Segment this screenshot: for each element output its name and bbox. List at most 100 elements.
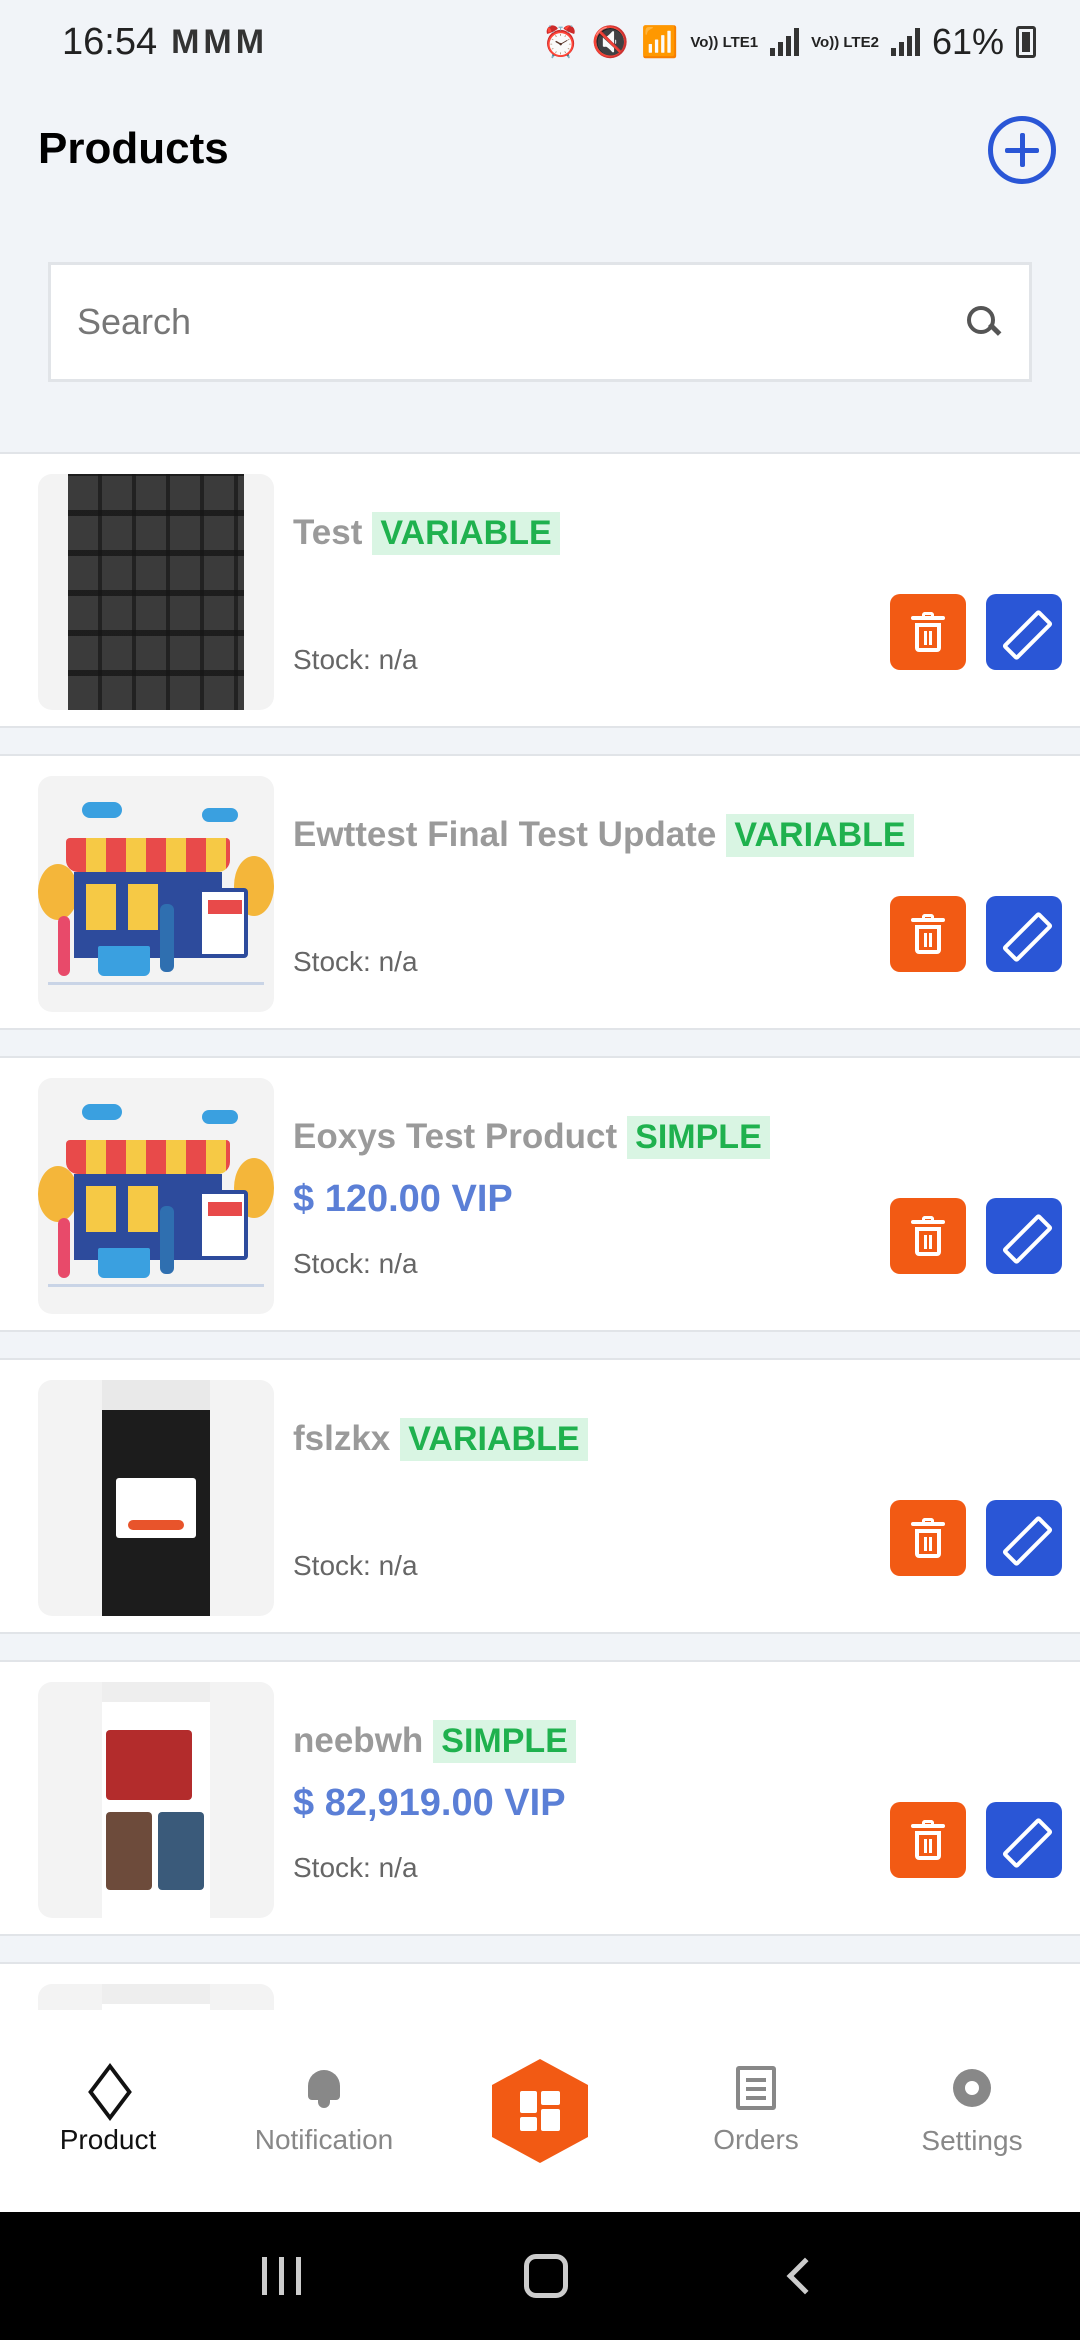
- search-input[interactable]: [77, 301, 963, 343]
- product-image: [38, 776, 274, 1012]
- product-info: fslzkx VARIABLE Stock: n/a: [293, 1416, 933, 1581]
- phone-screenshot-grid: [102, 1984, 210, 2010]
- status-right: ⏰ 🔇 📶 Vo)) LTE1 Vo)) LTE2 61%: [542, 21, 1036, 63]
- lte1-label: Vo)) LTE1: [690, 33, 759, 51]
- lte2-label: Vo)) LTE2: [811, 33, 879, 51]
- edit-button[interactable]: [986, 594, 1062, 670]
- product-type-badge: VARIABLE: [372, 511, 560, 555]
- trash-icon: [911, 1518, 945, 1558]
- product-info: neebwh SIMPLE $ 82,919.00 VIP Stock: n/a: [293, 1718, 933, 1883]
- edit-button[interactable]: [986, 1802, 1062, 1878]
- system-navigation-bar: [0, 2212, 1080, 2340]
- bell-icon: [304, 2066, 344, 2110]
- gear-icon: [949, 2065, 995, 2111]
- product-stock: Stock: n/a: [293, 644, 418, 675]
- dashboard-button[interactable]: [492, 2059, 588, 2163]
- pencil-icon: [1003, 1215, 1045, 1257]
- recent-apps-icon[interactable]: [261, 2257, 301, 2295]
- delete-button[interactable]: [890, 1802, 966, 1878]
- status-time: 16:54: [62, 20, 158, 63]
- product-name-row: Ewttest Final Test Update VARIABLE: [293, 812, 933, 858]
- product-image: [38, 1682, 274, 1918]
- app-header: Products: [0, 100, 1080, 200]
- home-icon[interactable]: [524, 2254, 569, 2298]
- box-icon: [86, 2066, 130, 2110]
- battery-icon: [1016, 26, 1036, 58]
- phone-screenshot: [102, 1380, 210, 1616]
- product-stock: Stock: n/a: [293, 1248, 418, 1279]
- alarm-icon: ⏰: [542, 25, 580, 59]
- product-name-row: Eoxys Test Product SIMPLE: [293, 1114, 933, 1160]
- status-bar: 16:54 MMM ⏰ 🔇 📶 Vo)) LTE1 Vo)) LTE2 61%: [0, 0, 1080, 84]
- delete-button[interactable]: [890, 594, 966, 670]
- trash-icon: [911, 914, 945, 954]
- product-name-row: neebwh SIMPLE: [293, 1718, 933, 1764]
- edit-button[interactable]: [986, 1500, 1062, 1576]
- product-name-row: Test VARIABLE: [293, 510, 933, 556]
- delete-button[interactable]: [890, 1500, 966, 1576]
- orders-icon: [736, 2066, 776, 2110]
- product-info: Ewttest Final Test Update VARIABLE Stock…: [293, 812, 933, 977]
- status-left: 16:54 MMM: [62, 21, 268, 64]
- product-name: Eoxys Test Product: [293, 1117, 618, 1156]
- nav-settings[interactable]: Settings: [864, 2010, 1080, 2212]
- trash-icon: [911, 1216, 945, 1256]
- nav-label: Notification: [254, 2124, 394, 2155]
- product-card-partial[interactable]: [0, 1962, 1080, 2010]
- product-name: Ewttest Final Test Update: [293, 815, 717, 854]
- back-icon[interactable]: [786, 2257, 824, 2295]
- nav-label: Product: [59, 2124, 157, 2155]
- product-info: Eoxys Test Product SIMPLE $ 120.00 VIP S…: [293, 1114, 933, 1279]
- gmail-notification-icons: MMM: [171, 22, 269, 61]
- product-card[interactable]: fslzkx VARIABLE Stock: n/a: [0, 1358, 1080, 1634]
- search-box: [48, 262, 1032, 382]
- product-name: fslzkx: [293, 1419, 391, 1458]
- product-image: [38, 1078, 274, 1314]
- shop-illustration: [38, 1078, 274, 1314]
- pencil-icon: [1003, 1819, 1045, 1861]
- product-name: Test: [293, 513, 363, 552]
- product-image: [38, 1380, 274, 1616]
- delete-button[interactable]: [890, 896, 966, 972]
- pencil-icon: [1003, 1517, 1045, 1559]
- product-stock: Stock: n/a: [293, 946, 418, 977]
- phone-screenshot-grid: [102, 1682, 210, 1918]
- product-card[interactable]: Test VARIABLE Stock: n/a: [0, 452, 1080, 728]
- product-type-badge: SIMPLE: [627, 1115, 770, 1159]
- shop-illustration: [38, 776, 274, 1012]
- battery-percent: 61%: [931, 21, 1004, 62]
- bottom-navigation: Product Notification Orders Settings: [0, 2010, 1080, 2212]
- product-image: [38, 1984, 274, 2010]
- pencil-icon: [1003, 913, 1045, 955]
- nav-orders[interactable]: Orders: [648, 2010, 864, 2212]
- product-stock: Stock: n/a: [293, 1550, 418, 1581]
- product-type-badge: SIMPLE: [433, 1719, 576, 1763]
- nav-product[interactable]: Product: [0, 2010, 216, 2212]
- product-info: Test VARIABLE Stock: n/a: [293, 510, 933, 675]
- product-type-badge: VARIABLE: [726, 813, 914, 857]
- product-name-row: fslzkx VARIABLE: [293, 1416, 933, 1462]
- pencil-icon: [1003, 611, 1045, 653]
- wifi-icon: 📶: [641, 25, 679, 59]
- product-card[interactable]: Ewttest Final Test Update VARIABLE Stock…: [0, 754, 1080, 1030]
- product-card[interactable]: neebwh SIMPLE $ 82,919.00 VIP Stock: n/a: [0, 1660, 1080, 1936]
- product-list[interactable]: Test VARIABLE Stock: n/a Ewttest Final T…: [0, 452, 1080, 2010]
- product-price: $ 82,919.00 VIP: [293, 1782, 566, 1824]
- product-name: neebwh: [293, 1721, 424, 1760]
- product-stock: Stock: n/a: [293, 1852, 418, 1883]
- nav-label: Orders: [713, 2124, 799, 2155]
- trash-icon: [911, 612, 945, 652]
- search-icon[interactable]: [963, 302, 1003, 342]
- product-card[interactable]: Eoxys Test Product SIMPLE $ 120.00 VIP S…: [0, 1056, 1080, 1332]
- edit-button[interactable]: [986, 1198, 1062, 1274]
- mute-icon: 🔇: [591, 25, 630, 59]
- edit-button[interactable]: [986, 896, 1062, 972]
- signal2-icon: [890, 28, 920, 56]
- add-product-button[interactable]: [988, 116, 1056, 184]
- nav-notification[interactable]: Notification: [216, 2010, 432, 2212]
- delete-button[interactable]: [890, 1198, 966, 1274]
- nav-dashboard[interactable]: [432, 2010, 648, 2212]
- trash-icon: [911, 1820, 945, 1860]
- page-title: Products: [38, 124, 229, 173]
- nav-label: Settings: [921, 2125, 1023, 2156]
